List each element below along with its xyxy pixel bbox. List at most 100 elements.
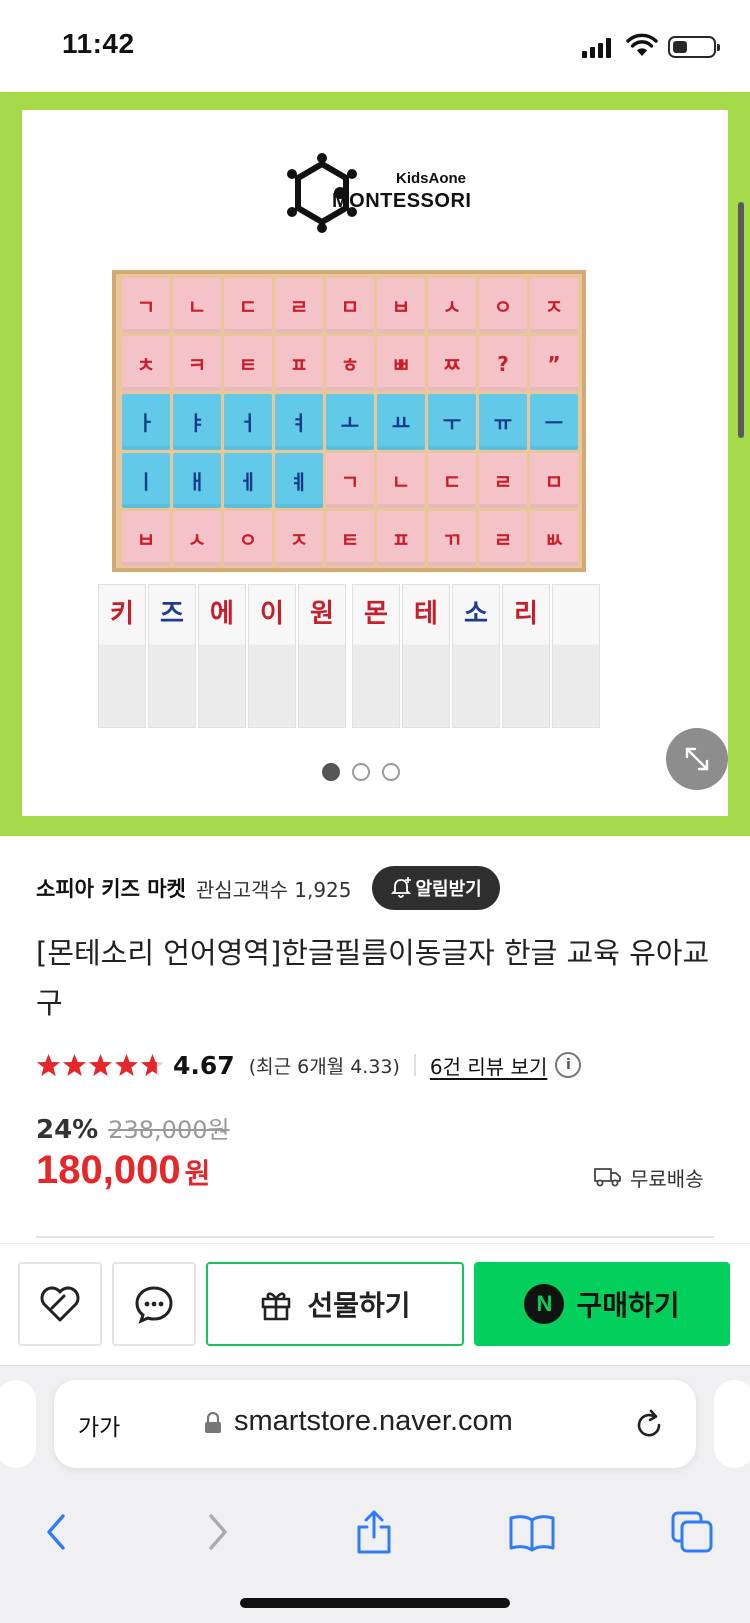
letter-card: 몬: [352, 584, 400, 728]
letter-tile: ㅈ: [275, 510, 323, 566]
gift-button[interactable]: 선물하기: [206, 1262, 464, 1346]
tabs-icon: [671, 1511, 713, 1553]
rating-row: 4.67 (최근 6개월 4.33) 6건 리뷰 보기 i: [36, 1047, 716, 1083]
previous-tab-peek[interactable]: [0, 1380, 36, 1468]
forward-button[interactable]: [194, 1508, 242, 1556]
store-name[interactable]: 소피아 키즈 마켓: [36, 873, 186, 903]
letter-tile: ㅛ: [377, 394, 425, 450]
carousel-dot[interactable]: [322, 763, 340, 781]
browser-nav-bar: [0, 1494, 750, 1574]
letter-tile: ㅁ: [530, 452, 578, 508]
subscribe-alarm-label: 알림받기: [415, 879, 482, 900]
letter-tile: ㅋ: [173, 336, 221, 392]
product-image-carousel[interactable]: KidsAone MONTESSORI ㄱㄴㄷㄹㅁㅂㅅㅇㅈㅊㅋㅌㅍㅎㅃㅉ?” ㅏㅑ…: [0, 92, 750, 836]
divider: [413, 1054, 416, 1076]
recent-rating: (최근 6개월 4.33): [248, 1055, 400, 1078]
letter-tile: ㅂ: [122, 510, 170, 566]
bell-plus-icon: [390, 877, 411, 898]
sale-price-row: 180,000 원: [36, 1148, 210, 1193]
letter-tile: ㅄ: [530, 510, 578, 566]
address-bar[interactable]: 가가 smartstore.naver.com: [54, 1380, 696, 1468]
letter-tile: ㅌ: [224, 336, 272, 392]
carousel-dot[interactable]: [352, 763, 370, 781]
text-size-button[interactable]: 가가: [78, 1408, 120, 1442]
shipping-label: 무료배송: [630, 1166, 704, 1191]
letter-tile: ㄴ: [377, 452, 425, 508]
currency-unit: 원: [184, 1157, 211, 1190]
letter-card: 에: [198, 584, 246, 728]
wishlist-button[interactable]: [18, 1262, 102, 1346]
store-fans-count: 관심고객수 1,925: [195, 877, 352, 902]
star-icon: [115, 1053, 138, 1076]
share-button[interactable]: [350, 1508, 398, 1556]
carousel-indicator[interactable]: [322, 763, 412, 783]
original-price-row: 24% 238,000원: [36, 1110, 230, 1145]
product-image[interactable]: KidsAone MONTESSORI ㄱㄴㄷㄹㅁㅂㅅㅇㅈㅊㅋㅌㅍㅎㅃㅉ?” ㅏㅑ…: [22, 110, 728, 816]
star-icon: [141, 1053, 164, 1076]
url-text[interactable]: smartstore.naver.com: [234, 1405, 513, 1438]
gift-label: 선물하기: [307, 1289, 411, 1322]
wifi-icon: [626, 33, 658, 56]
naver-pay-icon: N: [524, 1284, 565, 1324]
chat-button[interactable]: [112, 1262, 196, 1346]
divider-line: [36, 1236, 714, 1238]
letter-tile: ㄷ: [224, 278, 272, 334]
expand-icon: [685, 747, 709, 771]
brand-logo: KidsAone MONTESSORI: [287, 150, 490, 240]
sale-price: 180,000: [36, 1148, 181, 1192]
letter-tile: ㄲ: [428, 510, 476, 566]
letter-tile: ㅊ: [122, 336, 170, 392]
rating-stars: [36, 1053, 165, 1078]
letter-card: 이: [248, 584, 296, 728]
review-link[interactable]: 6건 리뷰 보기: [430, 1051, 547, 1080]
battery-icon: [668, 36, 720, 58]
book-icon: [509, 1515, 555, 1552]
letter-tile: ㅇ: [224, 510, 272, 566]
letter-tile: ㄹ: [479, 510, 527, 566]
status-bar: 11:42: [0, 0, 750, 92]
letter-tile: ㅑ: [173, 394, 221, 450]
back-button[interactable]: [32, 1508, 80, 1556]
letter-tile: ㅗ: [326, 394, 374, 450]
buy-button[interactable]: N 구매하기: [474, 1262, 730, 1346]
letter-tile: ㄹ: [275, 278, 323, 334]
letter-card: 키: [98, 584, 146, 728]
info-icon[interactable]: i: [555, 1052, 582, 1078]
letter-tile: ㅃ: [377, 336, 425, 392]
tabs-button[interactable]: [668, 1508, 716, 1556]
chat-bubble-icon: [135, 1286, 173, 1324]
letter-card: 즈: [148, 584, 196, 728]
letter-tile: ㅖ: [275, 452, 323, 508]
letter-tile: ㅍ: [275, 336, 323, 392]
letter-tray: ㄱㄴㄷㄹㅁㅂㅅㅇㅈㅊㅋㅌㅍㅎㅃㅉ?” ㅏㅑㅓㅕㅗㅛㅜㅠㅡㅣㅐㅔㅖㄱㄴㄷㄹㅁㅂㅅㅇㅈ…: [112, 270, 586, 572]
brand-logo-text-bottom: MONTESSORI: [332, 190, 472, 212]
cellular-signal-icon: [582, 36, 614, 58]
expand-image-button[interactable]: [666, 728, 728, 790]
lock-icon: [205, 1412, 221, 1433]
letter-tile: ㅈ: [530, 278, 578, 334]
heart-icon: [40, 1286, 80, 1322]
reload-icon[interactable]: [632, 1408, 666, 1442]
next-tab-peek[interactable]: [714, 1380, 750, 1468]
subscribe-alarm-button[interactable]: 알림받기: [371, 866, 500, 910]
letter-tile: ㄹ: [479, 452, 527, 508]
letter-tile: ?: [479, 336, 527, 392]
letter-tile: ㅣ: [122, 452, 170, 508]
letter-tile: ”: [530, 336, 578, 392]
shipping-info: 무료배송: [594, 1160, 704, 1194]
letter-tile: ㅍ: [377, 510, 425, 566]
letter-tile: ㄱ: [122, 278, 170, 334]
carousel-dot[interactable]: [382, 763, 400, 781]
product-title: [몬테소리 언어영역]한글필름이동글자 한글 교육 유아교구: [36, 936, 710, 1020]
browser-toolbar: 가가 smartstore.naver.com: [0, 1365, 750, 1623]
letter-cards: 키즈에이원 몬테소리: [98, 584, 612, 728]
letter-card-group: 몬테소리: [352, 584, 600, 728]
letter-card: 소: [452, 584, 500, 728]
gift-icon: [262, 1292, 291, 1321]
bookmarks-button[interactable]: [508, 1508, 556, 1556]
truck-icon: [594, 1168, 621, 1187]
letter-tile: ㅓ: [224, 394, 272, 450]
letter-tile: ㅅ: [173, 510, 221, 566]
buy-label: 구매하기: [576, 1289, 680, 1322]
purchase-action-bar: 선물하기 N 구매하기: [0, 1243, 750, 1365]
